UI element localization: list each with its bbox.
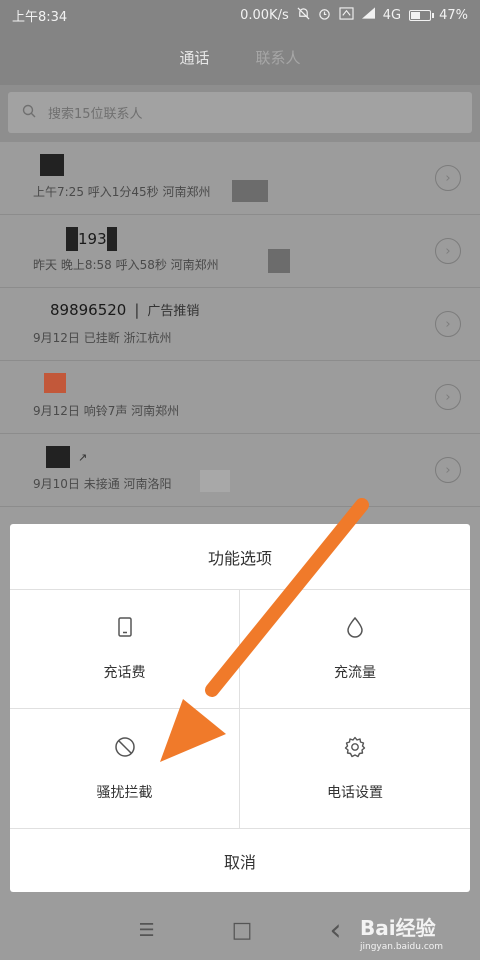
tab-contacts[interactable]: 联系人: [256, 47, 301, 68]
redaction: [232, 180, 268, 202]
call-row[interactable]: 193 昨天 晚上8:58 呼入58秒 河南郑州 ›: [0, 215, 480, 288]
network-type: 4G: [382, 7, 402, 23]
option-label: 充话费: [103, 665, 146, 681]
gear-icon: [344, 736, 366, 762]
option-harassment-block[interactable]: 骚扰拦截: [10, 709, 240, 828]
redacted-name: [44, 373, 66, 393]
call-contact: ↗: [34, 446, 95, 468]
dialog-title: 功能选项: [10, 524, 470, 590]
call-contact: 193: [34, 227, 117, 251]
redacted-name: [46, 446, 70, 468]
block-icon: [114, 736, 136, 762]
home-icon[interactable]: □: [232, 918, 253, 943]
call-info: 昨天 晚上8:58 呼入58秒 河南郑州: [33, 258, 219, 272]
option-recharge-data[interactable]: 充流量: [240, 590, 470, 709]
call-detail-button[interactable]: ›: [435, 311, 461, 337]
options-grid: 充话费 充流量 骚扰拦截 电话设置: [10, 590, 470, 829]
redaction: [200, 470, 230, 492]
call-row[interactable]: ↗ 9月10日 未接通 河南洛阳 ›: [0, 434, 480, 507]
battery-percent: 47%: [439, 7, 468, 23]
call-contact: [34, 154, 72, 176]
call-info: 9月12日 已挂断 浙江杭州: [33, 331, 172, 345]
redacted-name: [40, 154, 64, 176]
call-name: 89896520: [50, 300, 127, 319]
call-list: 上午7:25 呼入1分45秒 河南郑州 › 193 昨天 晚上8:58 呼入58…: [0, 142, 480, 507]
call-row[interactable]: 上午7:25 呼入1分45秒 河南郑州 ›: [0, 142, 480, 215]
call-row[interactable]: 9月12日 响铃7声 河南郑州 ›: [0, 361, 480, 434]
watermark: Bai经验 jingyan.baidu.com: [360, 912, 443, 952]
call-divider: |: [134, 300, 140, 319]
search-input[interactable]: 搜索15位联系人: [8, 92, 472, 133]
call-row[interactable]: 89896520 | 广告推销 9月12日 已挂断 浙江杭州 ›: [0, 288, 480, 361]
search-placeholder: 搜索15位联系人: [48, 107, 143, 122]
status-bar: 上午8:34 0.00K/s 4G 47%: [0, 0, 480, 30]
watermark-brand: Bai经验: [360, 916, 436, 940]
mute-icon: [297, 7, 310, 24]
menu-icon[interactable]: ☰: [139, 920, 155, 941]
outgoing-arrow-icon: ↗: [78, 450, 88, 464]
drop-icon: [344, 616, 366, 642]
status-time: 上午8:34: [12, 9, 68, 25]
battery-icon: [409, 9, 435, 21]
option-recharge-credit[interactable]: 充话费: [10, 590, 240, 709]
options-dialog: 功能选项 充话费 充流量 骚扰拦截 电话设置 取消: [10, 524, 470, 892]
alarm-icon: [318, 7, 331, 24]
call-detail-button[interactable]: ›: [435, 457, 461, 483]
call-detail-button[interactable]: ›: [435, 165, 461, 191]
redacted-name: [106, 227, 117, 251]
cancel-button[interactable]: 取消: [10, 829, 470, 892]
call-contact: [34, 373, 74, 393]
call-detail-button[interactable]: ›: [435, 238, 461, 264]
option-call-settings[interactable]: 电话设置: [240, 709, 470, 828]
call-detail-button[interactable]: ›: [435, 384, 461, 410]
call-info: 9月10日 未接通 河南洛阳: [33, 477, 172, 491]
option-label: 电话设置: [327, 784, 383, 801]
network-speed: 0.00K/s: [240, 7, 289, 23]
watermark-url: jingyan.baidu.com: [360, 942, 444, 952]
signal-icon: [361, 7, 375, 23]
option-label: 骚扰拦截: [96, 784, 153, 801]
phone-icon: [114, 616, 136, 642]
back-icon[interactable]: ‹: [329, 913, 341, 948]
redacted-name: [66, 227, 78, 251]
wifi-icon: [339, 6, 354, 24]
tab-calls[interactable]: 通话: [179, 47, 209, 68]
redaction: [268, 249, 290, 273]
call-name: 193: [78, 230, 107, 248]
search-icon: [22, 104, 48, 122]
call-info: 9月12日 响铃7声 河南郑州: [33, 404, 180, 418]
tab-bar: 通话 联系人: [0, 30, 480, 85]
call-contact: 89896520 | 广告推销: [30, 300, 200, 320]
option-label: 充流量: [334, 665, 376, 681]
call-tag: 广告推销: [147, 304, 200, 319]
status-right: 0.00K/s 4G 47%: [240, 6, 468, 24]
call-info: 上午7:25 呼入1分45秒 河南郑州: [33, 185, 211, 199]
